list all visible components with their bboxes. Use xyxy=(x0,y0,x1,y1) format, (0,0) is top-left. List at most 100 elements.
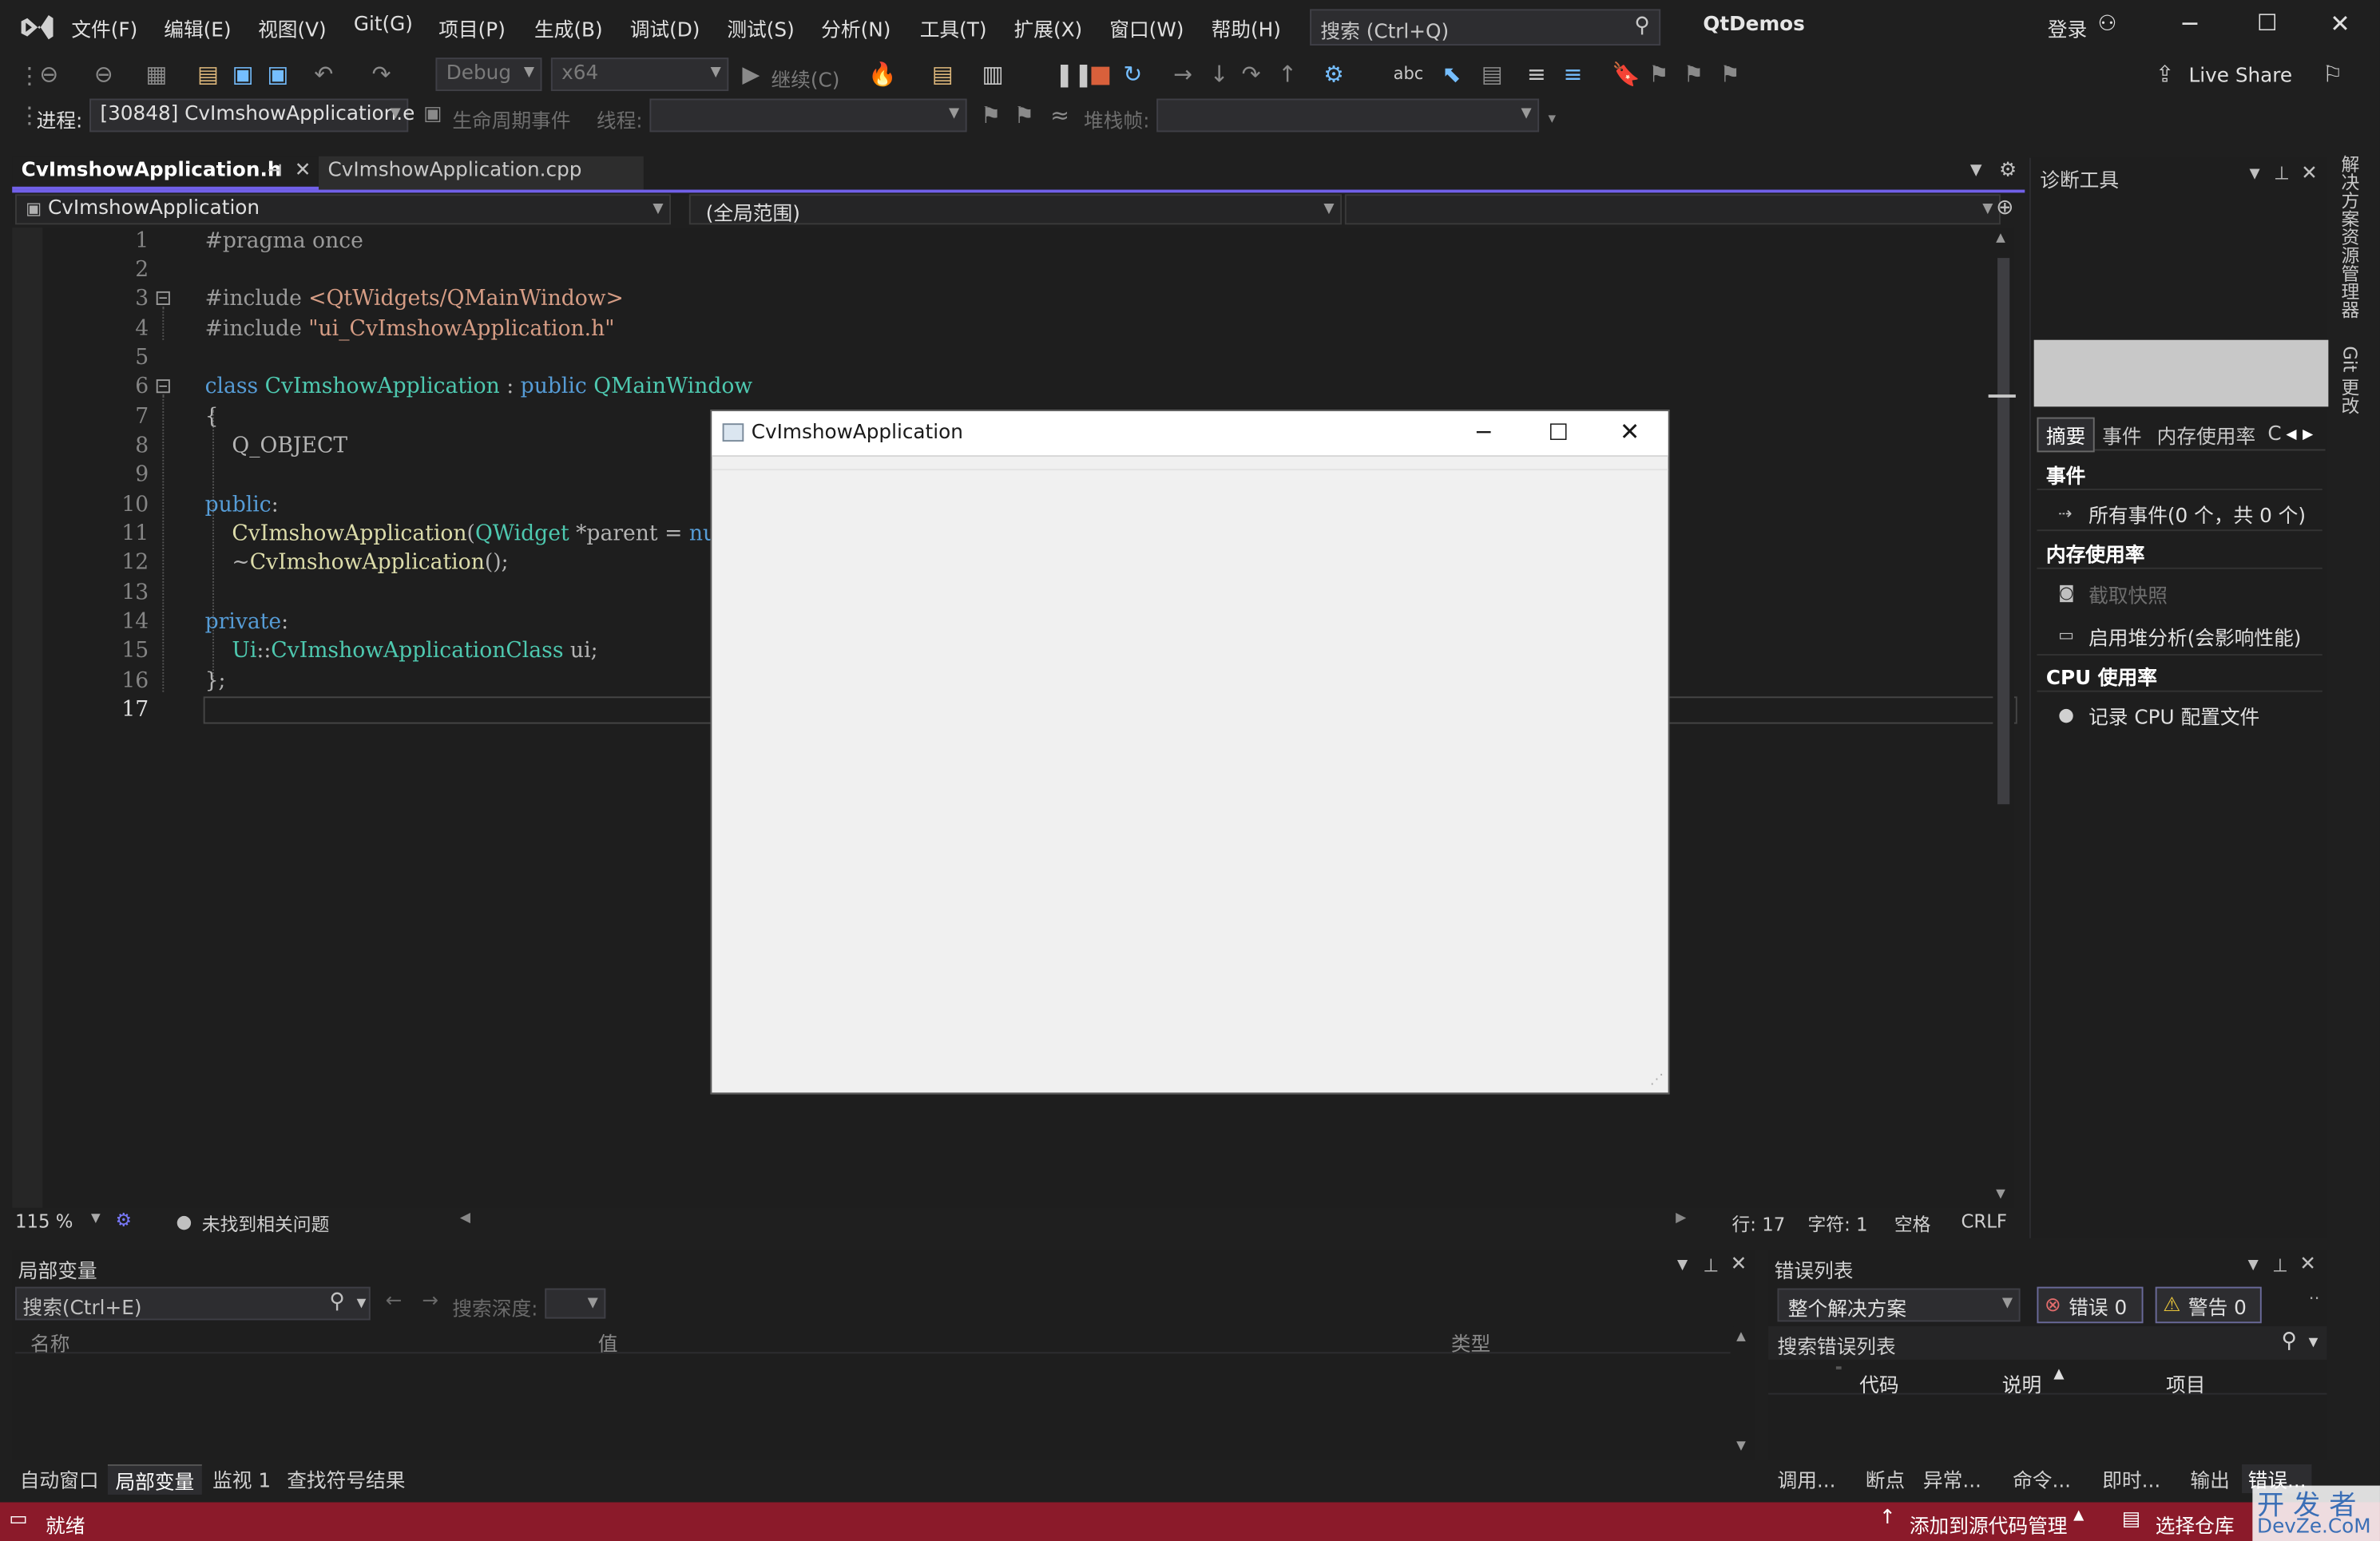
tab-locals[interactable]: 局部变量 xyxy=(107,1464,202,1495)
new-project-icon[interactable]: ▦ xyxy=(145,62,167,86)
menu-window[interactable]: 窗口(W) xyxy=(1109,14,1184,43)
lifecycle-icon[interactable]: ▣ xyxy=(423,103,442,127)
menu-tools[interactable]: 工具(T) xyxy=(920,14,987,43)
locals-scrollbar[interactable]: ▲ ▼ xyxy=(1733,1326,1752,1457)
tab-find-symbol-results[interactable]: 查找符号结果 xyxy=(287,1464,405,1494)
git-changes-tab[interactable]: Git 更改 xyxy=(2338,346,2363,414)
zoom-dropdown-icon[interactable]: ▼ xyxy=(91,1211,101,1225)
error-scope-select[interactable]: 整个解决方案 ▼ xyxy=(1777,1288,2021,1322)
scrollbar-thumb[interactable] xyxy=(1997,258,2010,805)
search-forward-icon[interactable]: → xyxy=(422,1289,438,1313)
browse-folder-icon[interactable]: ▤ xyxy=(932,62,954,86)
undo-icon[interactable]: ↶ xyxy=(314,62,333,86)
size-grip-icon[interactable]: ⋰ xyxy=(1650,1073,1664,1088)
qt-close-button[interactable]: ✕ xyxy=(1620,418,1640,446)
configuration-select[interactable]: Debug ▼ xyxy=(435,57,542,92)
account-icon[interactable]: ⚇ xyxy=(2097,12,2116,36)
search-depth-select[interactable]: ▼ xyxy=(545,1288,606,1319)
warnings-filter-button[interactable]: ⚠ 警告 0 xyxy=(2155,1286,2262,1324)
tab-dropdown-icon[interactable]: ▼ xyxy=(1970,162,1982,179)
indent-icon[interactable]: ≡ xyxy=(1527,62,1546,86)
navigate-back-icon[interactable]: ⊖ xyxy=(39,62,58,86)
zoom-level[interactable]: 115 % xyxy=(15,1211,73,1233)
panel-close-icon[interactable]: ✕ xyxy=(1731,1254,1747,1277)
column-name[interactable]: 名称 xyxy=(30,1328,69,1357)
stop-icon[interactable] xyxy=(1091,66,1110,85)
toolbar-overflow-icon[interactable]: ▾ xyxy=(1549,108,1557,132)
menu-build[interactable]: 生成(B) xyxy=(534,14,603,43)
open-file-icon[interactable]: ▤ xyxy=(197,62,219,86)
project-scope-select[interactable]: ▣ CvImshowApplication ▼ xyxy=(15,194,672,225)
menu-project[interactable]: 项目(P) xyxy=(438,14,506,43)
split-editor-icon[interactable]: ⊕ xyxy=(1996,196,2013,220)
take-snapshot-button[interactable]: 截取快照 xyxy=(2088,580,2168,609)
record-cpu-profile-button[interactable]: 记录 CPU 配置文件 xyxy=(2088,701,2259,731)
process-select[interactable]: [30848] CvImshowApplication.e ▼ xyxy=(89,98,415,133)
tab-cpp-file[interactable]: CvImshowApplication.cpp xyxy=(319,156,644,190)
stackframe-select[interactable]: ▼ xyxy=(1156,98,1540,133)
feedback-icon[interactable]: ⚐ xyxy=(2322,62,2343,86)
bookmark-prev-icon[interactable]: ⚑ xyxy=(1648,62,1669,86)
hot-reload-icon[interactable]: 🔥 xyxy=(868,62,897,86)
menu-extensions[interactable]: 扩展(X) xyxy=(1014,14,1083,43)
timeline-graph[interactable] xyxy=(2033,339,2329,407)
tab-breakpoints[interactable]: 断点 xyxy=(1866,1464,1905,1494)
panel-close-icon[interactable]: ✕ xyxy=(2299,1254,2316,1277)
solution-explorer-tab[interactable]: 解决方案资源管理器 xyxy=(2338,155,2363,319)
code-cleanup-icon[interactable]: ⚙ xyxy=(115,1210,131,1231)
scroll-up-icon[interactable]: ▲ xyxy=(1996,231,2005,244)
column-project[interactable]: 项目 xyxy=(2166,1369,2205,1398)
scroll-up-icon[interactable]: ▲ xyxy=(1736,1329,1746,1343)
select-repository[interactable]: 选择仓库 xyxy=(2156,1510,2235,1539)
minimize-button[interactable]: ─ xyxy=(2183,9,2197,38)
output-icon[interactable]: ▭ xyxy=(9,1508,27,1531)
tab-header-file[interactable]: CvImshowApplication.h ⊣ ✕ xyxy=(12,156,319,190)
tab-call-stack[interactable]: 调用... xyxy=(1777,1464,1835,1494)
collapse-icon[interactable]: − xyxy=(156,379,170,394)
tab-watch-1[interactable]: 监视 1 xyxy=(212,1464,271,1494)
step-into-icon[interactable]: ↓ xyxy=(1210,62,1229,86)
tab-output[interactable]: 输出 xyxy=(2190,1464,2229,1494)
search-options-icon[interactable]: ▼ xyxy=(2309,1335,2319,1349)
tab-autos[interactable]: 自动窗口 xyxy=(20,1464,99,1494)
thread-filter-icon[interactable]: ⚑ xyxy=(1014,103,1035,127)
step-over-icon[interactable]: ↷ xyxy=(1242,62,1261,86)
menu-test[interactable]: 测试(S) xyxy=(727,14,794,43)
editor-scrollbar[interactable]: ▲ ▼ xyxy=(1988,228,2016,1208)
tab-command[interactable]: 命令... xyxy=(2013,1464,2071,1494)
close-button[interactable]: ✕ xyxy=(2330,9,2350,38)
class-scope-select[interactable]: (全局范围) ▼ xyxy=(688,194,1343,226)
tab-cpu-truncated[interactable]: C xyxy=(2263,422,2287,447)
navigate-forward-icon[interactable]: ⊖ xyxy=(94,62,113,86)
issues-status[interactable]: 未找到相关问题 xyxy=(202,1211,330,1237)
show-next-statement-icon[interactable]: → xyxy=(1173,62,1192,86)
continue-icon[interactable]: ▶ xyxy=(742,62,760,86)
tab-events[interactable]: 事件 xyxy=(2095,419,2149,451)
hscroll-left-icon[interactable]: ◀ xyxy=(460,1211,470,1226)
add-to-source-control[interactable]: 添加到源代码管理 xyxy=(1910,1510,2068,1539)
lifecycle-label[interactable]: 生命周期事件 xyxy=(452,105,570,134)
all-events-link[interactable]: 所有事件(0 个，共 0 个) xyxy=(2088,499,2306,529)
menu-git[interactable]: Git(G) xyxy=(354,14,413,37)
tab-close-icon[interactable]: ✕ xyxy=(295,160,311,183)
cursor-column[interactable]: 字符: 1 xyxy=(1807,1211,1867,1237)
menu-analyze[interactable]: 分析(N) xyxy=(821,14,891,43)
panel-pin-icon[interactable]: ⊥ xyxy=(1703,1255,1719,1277)
tab-scroll-right-icon[interactable]: ▶ xyxy=(2303,427,2313,442)
menu-edit[interactable]: 编辑(E) xyxy=(164,14,231,43)
cursor-row[interactable]: 行: 17 xyxy=(1731,1211,1785,1237)
platform-select[interactable]: x64 ▼ xyxy=(550,57,729,92)
save-icon[interactable]: ▣ xyxy=(232,62,254,86)
maximize-button[interactable]: ☐ xyxy=(2257,9,2278,36)
tab-scroll-left-icon[interactable]: ◀ xyxy=(2286,427,2296,442)
panel-pin-icon[interactable]: ⊥ xyxy=(2272,1255,2288,1277)
qt-minimize-button[interactable]: ─ xyxy=(1477,419,1490,446)
heap-analysis-button[interactable]: 启用堆分析(会影响性能) xyxy=(2088,622,2301,652)
menu-debug[interactable]: 调试(D) xyxy=(630,14,700,43)
qt-application-window[interactable]: CvImshowApplication ─ ☐ ✕ ⋰ xyxy=(710,410,1670,1095)
layout-icon[interactable]: ▥ xyxy=(982,62,1004,86)
spell-check-icon[interactable]: abc xyxy=(1394,62,1424,86)
pointer-icon[interactable]: ⬉ xyxy=(1442,62,1461,86)
pin-icon[interactable]: ⊣ xyxy=(267,160,282,180)
panel-dropdown-icon[interactable]: ▼ xyxy=(2250,167,2260,182)
